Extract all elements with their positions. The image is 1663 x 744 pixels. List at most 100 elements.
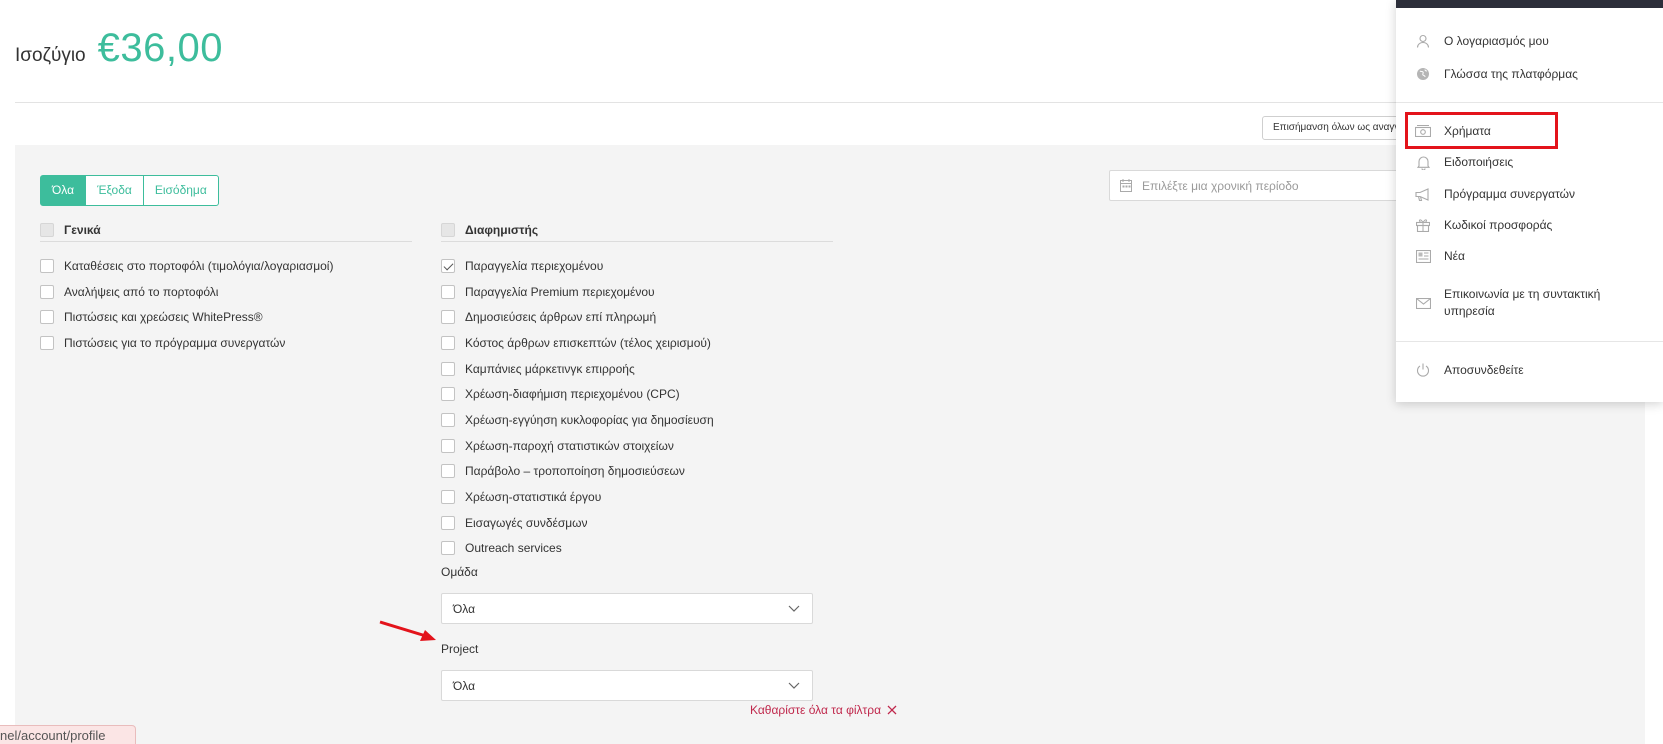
list-item[interactable]: Καμπάνιες μάρκετινγκ επιρροής <box>441 356 833 382</box>
general-options: Καταθέσεις στο πορτοφόλι (τιμολόγια/λογα… <box>40 253 412 356</box>
group-select-value: Όλα <box>453 601 476 616</box>
checkbox[interactable] <box>40 310 54 325</box>
menu-item-language[interactable]: Γλώσσα της πλατφόρμας <box>1396 65 1663 83</box>
menu-item-label: Ειδοποιήσεις <box>1444 155 1514 169</box>
option-label: Καταθέσεις στο πορτοφόλι (τιμολόγια/λογα… <box>64 258 334 273</box>
list-item[interactable]: Αναλήψεις από το πορτοφόλι <box>40 279 412 305</box>
option-label: Εισαγωγές συνδέσμων <box>465 515 588 530</box>
balance-amount: €36,00 <box>97 26 223 70</box>
type-segmented-control: Όλα Έξοδα Εισόδημα <box>40 175 219 206</box>
option-label: Αναλήψεις από το πορτοφόλι <box>64 284 219 299</box>
group-select[interactable]: Όλα <box>441 593 813 625</box>
highlight-annotation <box>1405 112 1558 149</box>
checkbox[interactable] <box>441 361 455 376</box>
project-select[interactable]: Όλα <box>441 670 813 702</box>
bell-icon <box>1414 153 1432 171</box>
list-item[interactable]: Παράβολο – τροποποίηση δημοσιεύσεων <box>441 459 833 485</box>
checkbox[interactable] <box>441 284 455 299</box>
menu-item-label: Επικοινωνία με τη συντακτική υπηρεσία <box>1444 287 1601 318</box>
list-item[interactable]: Παραγγελία περιεχομένου <box>441 253 833 279</box>
user-icon <box>1414 32 1432 50</box>
checkbox[interactable] <box>441 258 455 273</box>
checkbox[interactable] <box>441 490 455 505</box>
option-label: Κόστος άρθρων επισκεπτών (τέλος χειρισμο… <box>465 335 711 350</box>
checkbox[interactable] <box>441 438 455 453</box>
list-item[interactable]: Outreach services <box>441 536 833 562</box>
list-item[interactable]: Πιστώσεις για το πρόγραμμα συνεργατών <box>40 330 412 356</box>
menu-top-bar <box>1396 0 1663 8</box>
menu-item-affiliate[interactable]: Πρόγραμμα συνεργατών <box>1396 185 1663 203</box>
balance-header: Ισοζύγιο €36,00 <box>15 26 223 71</box>
menu-item-notifications[interactable]: Ειδοποιήσεις <box>1396 153 1663 171</box>
checkbox[interactable] <box>40 258 54 273</box>
clear-filters-label: Καθαρίστε όλα τα φίλτρα <box>750 703 882 717</box>
list-item[interactable]: Παραγγελία Premium περιεχομένου <box>441 279 833 305</box>
option-label: Παραγγελία Premium περιεχομένου <box>465 284 655 299</box>
general-filters: Γενικά Καταθέσεις στο πορτοφόλι (τιμολόγ… <box>40 220 412 356</box>
option-label: Χρέωση-εγγύηση κυκλοφορίας για δημοσίευσ… <box>465 412 714 427</box>
megaphone-icon <box>1414 185 1432 203</box>
checkbox[interactable] <box>441 335 455 350</box>
list-item[interactable]: Χρέωση-παροχή στατιστικών στοιχείων <box>441 433 833 459</box>
checkbox[interactable] <box>441 515 455 530</box>
checkbox[interactable] <box>441 387 455 402</box>
account-dropdown-menu: Ο λογαριασμός μου Γλώσσα της πλατφόρμας … <box>1396 0 1663 402</box>
segment-expenses[interactable]: Έξοδα <box>85 175 144 206</box>
menu-item-promo-codes[interactable]: Κωδικοί προσφοράς <box>1396 216 1663 234</box>
project-select-value: Όλα <box>453 678 476 693</box>
option-label: Καμπάνιες μάρκετινγκ επιρροής <box>465 361 635 376</box>
list-item[interactable]: Κόστος άρθρων επισκεπτών (τέλος χειρισμο… <box>441 330 833 356</box>
status-bar-url: nel/account/profile <box>0 725 136 744</box>
advertiser-filters: Διαφημιστής Παραγγελία περιεχομένου Παρα… <box>441 220 833 702</box>
balance-label: Ισοζύγιο <box>15 45 86 66</box>
menu-item-label: Γλώσσα της πλατφόρμας <box>1444 67 1578 81</box>
option-label: Outreach services <box>465 541 562 556</box>
option-label: Πιστώσεις για το πρόγραμμα συνεργατών <box>64 335 286 350</box>
advertiser-select-all-checkbox[interactable] <box>441 222 455 237</box>
checkbox[interactable] <box>40 335 54 350</box>
menu-item-label: Αποσυνδεθείτε <box>1444 363 1524 377</box>
globe-icon <box>1414 65 1432 83</box>
segment-income[interactable]: Εισόδημα <box>142 175 219 206</box>
calendar-icon <box>1120 179 1132 192</box>
menu-item-news[interactable]: Νέα <box>1396 247 1663 265</box>
option-label: Πιστώσεις και χρεώσεις WhitePress® <box>64 310 263 325</box>
news-icon <box>1414 247 1432 265</box>
checkbox[interactable] <box>441 541 455 556</box>
general-title: Γενικά <box>64 222 101 237</box>
option-label: Παράβολο – τροποποίηση δημοσιεύσεων <box>465 464 685 479</box>
advertiser-header: Διαφημιστής <box>441 220 833 242</box>
money-page: Ισοζύγιο €36,00 Επισήμανση όλων ως αναγν… <box>0 0 1663 744</box>
list-item[interactable]: Εισαγωγές συνδέσμων <box>441 510 833 536</box>
group-label: Ομάδα <box>441 565 478 580</box>
mark-all-read-button[interactable]: Επισήμανση όλων ως αναγνωσμένων <box>1262 116 1412 140</box>
arrow-annotation-icon <box>379 620 436 641</box>
advertiser-options: Παραγγελία περιεχομένου Παραγγελία Premi… <box>441 253 833 561</box>
menu-item-label: Κωδικοί προσφοράς <box>1444 218 1553 232</box>
chevron-down-icon <box>788 605 800 613</box>
segment-all[interactable]: Όλα <box>40 175 87 206</box>
menu-divider <box>1396 102 1663 103</box>
menu-item-my-account[interactable]: Ο λογαριασμός μου <box>1396 32 1663 50</box>
list-item[interactable]: Πιστώσεις και χρεώσεις WhitePress® <box>40 304 412 330</box>
option-label: Χρέωση-διαφήμιση περιεχομένου (CPC) <box>465 387 680 402</box>
checkbox[interactable] <box>40 284 54 299</box>
list-item[interactable]: Χρέωση-στατιστικά έργου <box>441 484 833 510</box>
menu-item-logout[interactable]: Αποσυνδεθείτε <box>1396 361 1663 379</box>
list-item[interactable]: Χρέωση-διαφήμιση περιεχομένου (CPC) <box>441 381 833 407</box>
clear-filters-link[interactable]: Καθαρίστε όλα τα φίλτρα <box>750 703 897 717</box>
list-item[interactable]: Χρέωση-εγγύηση κυκλοφορίας για δημοσίευσ… <box>441 407 833 433</box>
date-range-picker[interactable]: Επιλέξτε μια χρονική περίοδο <box>1109 170 1429 201</box>
option-label: Χρέωση-στατιστικά έργου <box>465 490 602 505</box>
power-icon <box>1414 361 1432 379</box>
menu-divider <box>1396 341 1663 342</box>
checkbox[interactable] <box>441 412 455 427</box>
advertiser-title: Διαφημιστής <box>465 222 539 237</box>
list-item[interactable]: Δημοσιεύσεις άρθρων επί πληρωμή <box>441 304 833 330</box>
menu-item-contact-editorial[interactable]: Επικοινωνία με τη συντακτική υπηρεσία <box>1396 285 1663 320</box>
mail-icon <box>1414 294 1432 312</box>
checkbox[interactable] <box>441 310 455 325</box>
list-item[interactable]: Καταθέσεις στο πορτοφόλι (τιμολόγια/λογα… <box>40 253 412 279</box>
checkbox[interactable] <box>441 464 455 479</box>
general-select-all-checkbox[interactable] <box>40 222 54 237</box>
